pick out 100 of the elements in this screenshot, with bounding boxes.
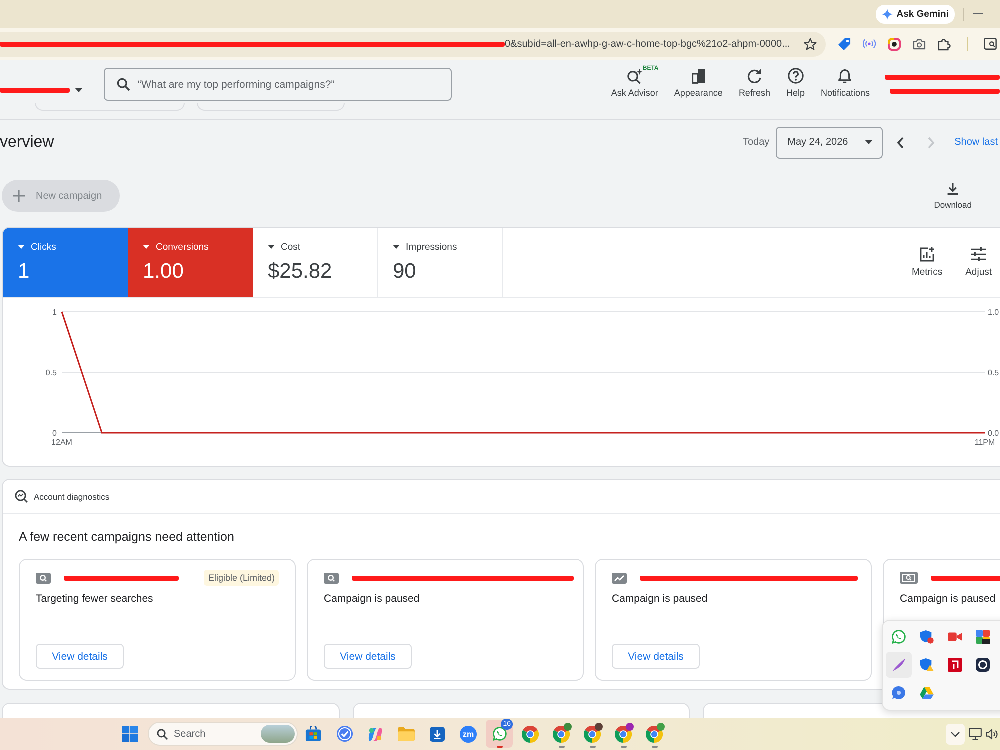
- magnifier-sparkle-icon: [626, 68, 643, 84]
- status-badge: Eligible (Limited): [204, 570, 279, 586]
- trend-tile-icon: [612, 572, 627, 584]
- chart-plus-icon: [920, 247, 935, 262]
- photo-placeholder: [261, 725, 295, 743]
- four-squares-icon[interactable]: [122, 726, 138, 742]
- running-indicator: [496, 746, 502, 748]
- view-details-button[interactable]: View details: [324, 644, 412, 669]
- caret-icon: [18, 245, 25, 249]
- video-camera-icon: [948, 632, 962, 642]
- triangle-logo-icon: [920, 687, 934, 699]
- search-icon: [117, 78, 130, 91]
- metric-label: Clicks: [31, 242, 56, 252]
- show-last-link[interactable]: Show last: [954, 137, 998, 148]
- chevron-left-icon[interactable]: [896, 136, 904, 148]
- metric-value: 90: [393, 260, 416, 284]
- shield-warning-icon: [920, 658, 934, 672]
- check-circle-icon: [336, 726, 352, 742]
- tricolor-circle-icon: [522, 726, 539, 742]
- bookmark-star-icon[interactable]: [804, 38, 817, 50]
- metric-tile[interactable]: Clicks 1: [3, 228, 128, 297]
- tag-icon[interactable]: [838, 38, 851, 50]
- taskbar-button[interactable]: zm: [455, 720, 482, 748]
- axis-tick-label: 0: [52, 429, 57, 438]
- address-bar[interactable]: 0&subid=all-en-awhp-g-aw-c-home-top-bgc%21o2-ahpm-0000...: [0, 32, 826, 56]
- redaction-bar: [0, 88, 70, 93]
- search-page-icon: [900, 572, 918, 584]
- caret-icon: [143, 245, 150, 249]
- date-dropdown[interactable]: May 24, 2026: [776, 126, 883, 158]
- monitor-icon[interactable]: [969, 728, 982, 740]
- running-indicator: [620, 746, 626, 748]
- search-tile-icon: [324, 572, 339, 584]
- metric-tile[interactable]: Conversions 1.00: [128, 228, 253, 297]
- metric-label: Cost: [281, 242, 301, 252]
- color-tiles-icon: [976, 630, 990, 644]
- section-title: Account diagnostics: [34, 492, 110, 502]
- search-icon: [157, 728, 168, 740]
- download-button[interactable]: Download: [934, 180, 972, 210]
- camera-icon[interactable]: [913, 38, 926, 50]
- campaign-status: Campaign is paused: [324, 593, 420, 606]
- axis-tick-label: 12AM: [52, 438, 72, 447]
- ask-gemini-button[interactable]: Ask Gemini: [876, 4, 955, 24]
- plus-icon: [13, 190, 25, 202]
- help-icon: [788, 68, 804, 84]
- axis-tick-label: 0.5: [46, 368, 57, 378]
- campaign-status: Campaign is paused: [612, 593, 708, 606]
- shopping-bag-icon: [305, 726, 322, 742]
- bars-icon: [692, 68, 706, 84]
- metric-value: 1.00: [143, 260, 184, 284]
- view-details-button[interactable]: View details: [36, 644, 124, 669]
- swirl-icon: [367, 726, 384, 742]
- side-panel-icon[interactable]: [984, 38, 997, 50]
- metric-label: Conversions: [156, 242, 209, 252]
- minimize-icon[interactable]: [973, 13, 983, 15]
- app-tile-icon: [948, 658, 962, 672]
- sliders-icon: [971, 247, 986, 262]
- axis-tick-label: 11PM: [974, 438, 996, 447]
- caret-icon: [393, 245, 400, 249]
- help-button[interactable]: Help: [786, 68, 805, 98]
- running-indicator: [558, 746, 564, 748]
- metric-value: $25.82: [268, 260, 332, 284]
- phone-bubble-icon: [492, 727, 506, 741]
- campaign-status: Targeting fewer searches: [36, 593, 154, 606]
- refresh-button[interactable]: Refresh: [738, 68, 770, 98]
- dropdown-caret-icon[interactable]: [75, 88, 83, 93]
- caret-icon: [864, 140, 873, 145]
- axis-tick-label: 1: [52, 308, 57, 317]
- tray-toggle-button[interactable]: [946, 724, 965, 744]
- view-details-button[interactable]: View details: [612, 644, 700, 669]
- phone-bubble-icon: [892, 630, 906, 644]
- download-icon: [430, 726, 445, 742]
- chat-bubble-icon: [892, 686, 906, 700]
- metric-value: 1: [18, 260, 30, 284]
- adjust-button[interactable]: Adjust: [966, 247, 992, 278]
- ring-icon: [976, 658, 990, 672]
- ring-icon[interactable]: [888, 38, 901, 50]
- shield-icon: [920, 630, 934, 644]
- search-field[interactable]: “What are my top performing campaigns?”: [104, 68, 452, 101]
- download-icon: [947, 183, 960, 195]
- appearance-button[interactable]: Appearance: [674, 68, 723, 98]
- puzzle-icon[interactable]: [938, 38, 951, 50]
- running-indicator: [652, 746, 658, 748]
- metrics-button[interactable]: Metrics: [912, 247, 943, 278]
- speaker-icon[interactable]: [986, 728, 999, 740]
- running-indicator: [590, 746, 596, 748]
- caret-icon: [268, 245, 275, 249]
- axis-tick-label: 0.5: [988, 368, 1000, 378]
- chevron-down-icon: [951, 732, 960, 736]
- notifications-button[interactable]: Notifications: [820, 68, 870, 98]
- refresh-icon: [747, 68, 762, 84]
- broadcast-icon[interactable]: [863, 39, 876, 49]
- sparkle-icon: [882, 8, 893, 20]
- axis-tick-label: 1.0: [988, 308, 1000, 317]
- campaign-status: Campaign is paused: [900, 593, 996, 606]
- page-title: verview: [0, 134, 54, 152]
- magnifier-chart-icon: [15, 490, 28, 503]
- metric-label: Impressions: [406, 242, 458, 252]
- axis-tick-label: 0.0: [988, 429, 1000, 438]
- search-tile-icon: [36, 572, 51, 584]
- bell-icon: [838, 68, 852, 84]
